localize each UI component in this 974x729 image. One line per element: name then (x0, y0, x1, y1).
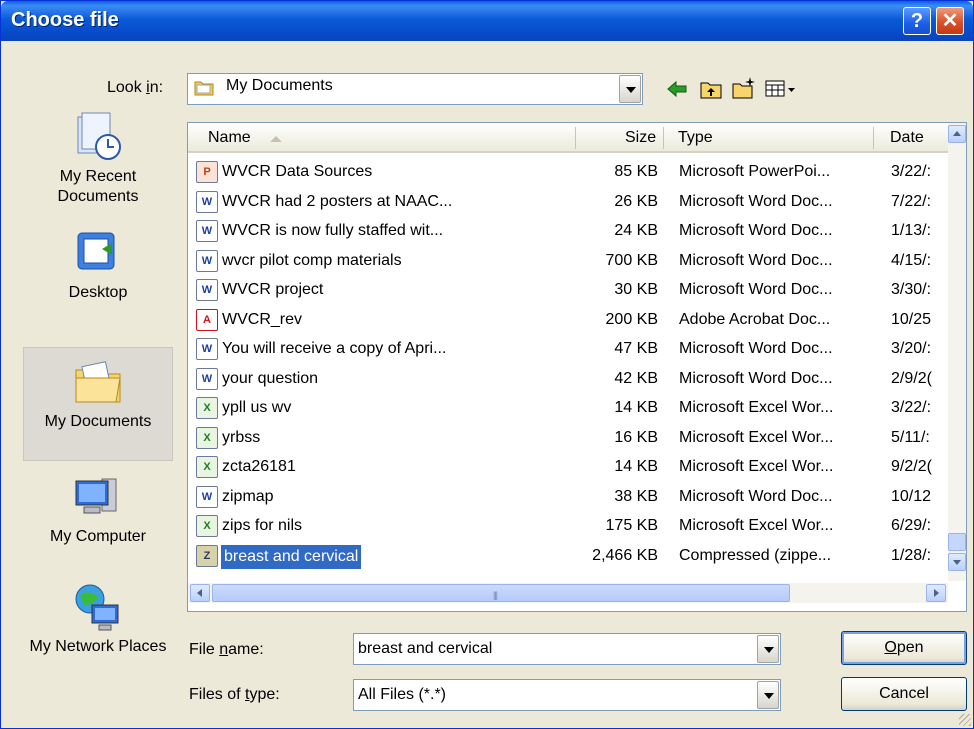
column-header: Name Size Type Date (188, 123, 948, 153)
title-bar[interactable]: Choose file ? ✕ (1, 1, 973, 41)
choose-file-dialog: Choose file ? ✕ Look in: My Documents My… (0, 0, 974, 729)
scroll-down-button[interactable] (948, 553, 966, 571)
place-desktop[interactable]: Desktop (23, 227, 173, 303)
word-file-icon: W (196, 485, 218, 508)
powerpoint-file-icon: P (196, 161, 218, 183)
place-my-recent-documents[interactable]: My Recent Documents (23, 111, 173, 207)
scroll-right-button[interactable] (926, 584, 946, 602)
place-my-documents[interactable]: My Documents (23, 347, 173, 461)
file-rows: P WVCR Data Sources 85 KB Microsoft PowerPo… (188, 159, 948, 572)
file-row[interactable]: Xyrbss 16 KB Microsoft Excel Wor... 5/11/: (188, 425, 948, 455)
horizontal-scrollbar[interactable]: ||| (188, 583, 948, 603)
excel-file-icon: X (196, 397, 218, 419)
horizontal-scroll-thumb[interactable]: ||| (212, 584, 790, 602)
file-row[interactable]: A WVCR_rev 200 KB Adobe Acrobat Doc... 10/25 (188, 307, 948, 337)
back-icon[interactable] (665, 79, 689, 99)
file-name-input[interactable]: breast and cervical (353, 633, 781, 665)
place-label: My Computer (49, 528, 147, 545)
look-in-value: My Documents (226, 77, 333, 94)
file-row[interactable]: Xypll us wv 14 KB Microsoft Excel Wor... 3/… (188, 395, 948, 425)
cancel-button[interactable]: Cancel (841, 677, 967, 711)
recent-documents-icon (77, 112, 121, 160)
excel-file-icon: X (196, 515, 218, 537)
file-row[interactable]: P WVCR Data Sources 85 KB Microsoft PowerPo… (188, 159, 948, 189)
new-folder-icon[interactable] (731, 76, 757, 100)
places-bar: My Recent Documents Desktop My Documents (15, 101, 175, 711)
column-date[interactable]: Date (890, 129, 924, 147)
close-button[interactable]: ✕ (936, 7, 964, 35)
up-folder-icon[interactable] (699, 78, 723, 100)
vertical-scrollbar[interactable] (948, 123, 966, 581)
place-label: My Documents (44, 413, 152, 430)
place-label: Desktop (68, 284, 128, 301)
file-name-dropdown-button[interactable] (757, 635, 779, 663)
window-title: Choose file (11, 9, 119, 31)
files-of-type-value: All Files (*.*) (358, 686, 447, 703)
my-documents-icon (75, 361, 121, 403)
place-label: My Network Places (29, 638, 167, 655)
folder-icon (194, 81, 214, 96)
sort-ascending-icon (270, 136, 282, 142)
vertical-scroll-thumb[interactable] (948, 533, 966, 551)
open-button[interactable]: Open (841, 631, 967, 665)
file-list[interactable]: Name Size Type Date P WVCR Data Sources 85… (187, 122, 967, 612)
look-in-label: Look in: (107, 79, 164, 96)
help-button[interactable]: ? (903, 7, 931, 35)
scroll-up-button[interactable] (948, 125, 966, 143)
place-my-computer[interactable]: My Computer (23, 471, 173, 547)
file-row[interactable]: Wzipmap 38 KB Microsoft Word Doc... 10/12 (188, 484, 948, 514)
column-size[interactable]: Size (625, 129, 656, 147)
excel-file-icon: X (196, 456, 218, 478)
desktop-icon (77, 232, 115, 270)
network-places-icon (75, 584, 119, 631)
my-computer-icon (75, 478, 117, 514)
view-menu-icon[interactable] (765, 79, 799, 99)
file-row[interactable]: W You will receive a copy of Apri... 47 KB… (188, 336, 948, 366)
file-row[interactable]: W WVCR project 30 KB Microsoft Word Doc... 3… (188, 277, 948, 307)
word-file-icon: W (196, 190, 218, 213)
scroll-left-button[interactable] (190, 584, 210, 602)
file-row-selected[interactable]: Zbreast and cervical 2,466 KB Compressed (… (188, 543, 948, 573)
file-row[interactable]: Wwvcr pilot comp materials 700 KB Microsof… (188, 248, 948, 278)
word-file-icon: W (196, 249, 218, 272)
pdf-file-icon: A (196, 308, 218, 331)
place-label: My Recent Documents (57, 168, 139, 205)
files-of-type-select[interactable]: All Files (*.*) (353, 679, 781, 711)
file-name-value: breast and cervical (358, 640, 493, 657)
files-of-type-label: Files of type: (189, 686, 280, 703)
look-in-combo[interactable]: My Documents (187, 73, 643, 105)
file-row[interactable]: Wyour question 42 KB Microsoft Word Doc...… (188, 366, 948, 396)
resize-grip[interactable] (959, 714, 971, 726)
excel-file-icon: X (196, 426, 218, 449)
word-file-icon: W (196, 220, 218, 242)
word-file-icon: W (196, 338, 218, 360)
column-type[interactable]: Type (678, 129, 713, 147)
files-of-type-dropdown-button[interactable] (757, 681, 779, 709)
file-row[interactable]: Xzips for nils 175 KB Microsoft Excel Wor.… (188, 513, 948, 543)
file-row[interactable]: W WVCR had 2 posters at NAAC... 26 KB Micro… (188, 189, 948, 219)
column-name[interactable]: Name (208, 129, 251, 147)
word-file-icon: W (196, 367, 218, 390)
look-in-dropdown-button[interactable] (619, 75, 641, 103)
file-row[interactable]: W WVCR is now fully staffed wit... 24 KB Mi… (188, 218, 948, 248)
zip-folder-icon: Z (196, 544, 218, 567)
word-file-icon: W (196, 279, 218, 301)
file-name-label: File name: (189, 641, 264, 658)
place-my-network-places[interactable]: My Network Places (23, 581, 173, 657)
file-row[interactable]: Xzcta26181 14 KB Microsoft Excel Wor... 9/2… (188, 454, 948, 484)
